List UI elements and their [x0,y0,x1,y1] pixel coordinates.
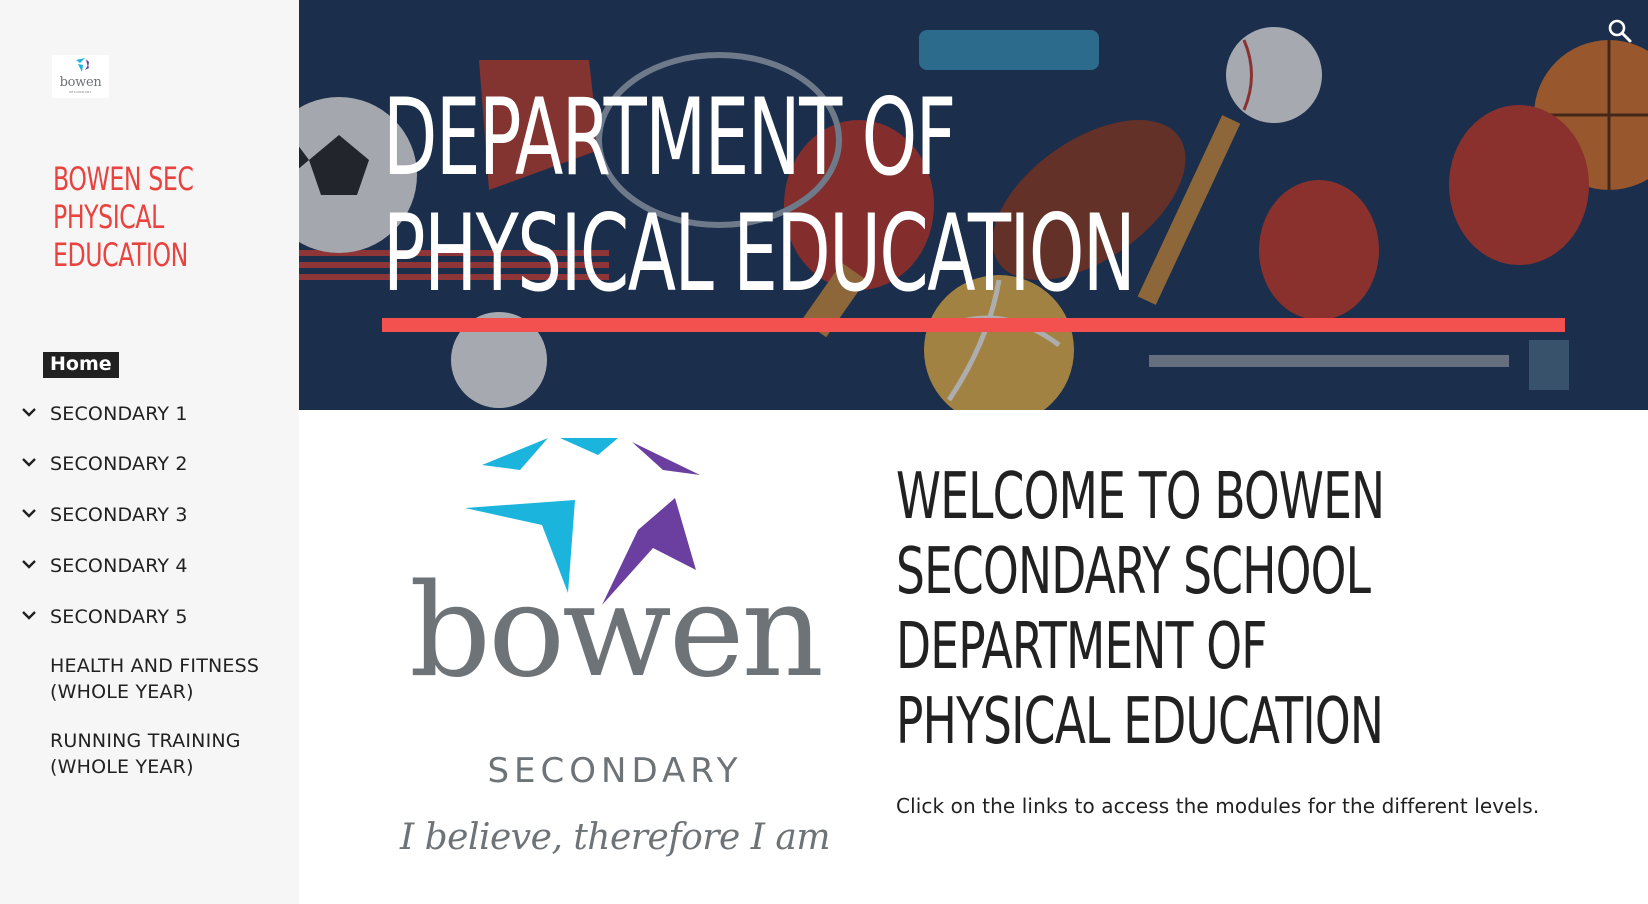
nav-item-label: RUNNING TRAINING (WHOLE YEAR) [50,730,241,778]
nav-item-label: HEALTH AND FITNESS (WHOLE YEAR) [50,655,260,703]
chevron-down-icon[interactable] [21,558,37,570]
hero-banner: DEPARTMENT OF PHYSICAL EDUCATION [299,0,1648,410]
nav-item-secondary-2[interactable]: SECONDARY 2 [0,450,299,480]
logo-small-word: bowen [59,75,102,90]
school-logo: bowen SECONDARY I believe, therefore I a… [370,435,860,865]
welcome-heading: WELCOME TO BOWEN SECONDARY SCHOOL DEPART… [896,460,1385,759]
nav-item-secondary-1[interactable]: SECONDARY 1 [0,400,299,430]
chevron-down-icon[interactable] [21,507,37,519]
nav-item-label: SECONDARY 4 [50,555,188,577]
page-title: DEPARTMENT OF PHYSICAL EDUCATION [383,76,1136,315]
logo-small-sub: SECONDARY [68,90,93,94]
nav-item-health-and-fitness[interactable]: HEALTH AND FITNESS (WHOLE YEAR) [0,655,299,722]
nav-item-secondary-3[interactable]: SECONDARY 3 [0,501,299,531]
sidebar: bowen SECONDARY BOWEN SEC PHYSICAL EDUCA… [0,0,299,904]
logo-word: bowen [409,557,824,706]
logo-sub: SECONDARY [487,751,743,791]
nav-item-label: SECONDARY 3 [50,504,188,526]
nav-item-label: SECONDARY 5 [50,606,188,628]
intro-text: Click on the links to access the modules… [896,794,1540,818]
search-icon[interactable] [1607,18,1633,44]
nav-item-secondary-4[interactable]: SECONDARY 4 [0,552,299,582]
site-logo[interactable]: bowen SECONDARY [52,55,109,98]
chevron-down-icon[interactable] [21,456,37,468]
nav-item-secondary-5[interactable]: SECONDARY 5 [0,603,299,633]
logo-motto: I believe, therefore I am [399,817,831,858]
title-underline [382,318,1565,332]
nav-item-running-training[interactable]: RUNNING TRAINING (WHOLE YEAR) [0,730,299,797]
nav-item-home[interactable]: Home [43,352,119,378]
site-title[interactable]: BOWEN SEC PHYSICAL EDUCATION [53,160,242,274]
nav-item-label: SECONDARY 1 [50,403,188,425]
chevron-down-icon[interactable] [21,609,37,621]
chevron-down-icon[interactable] [21,406,37,418]
nav-item-label: SECONDARY 2 [50,453,188,475]
